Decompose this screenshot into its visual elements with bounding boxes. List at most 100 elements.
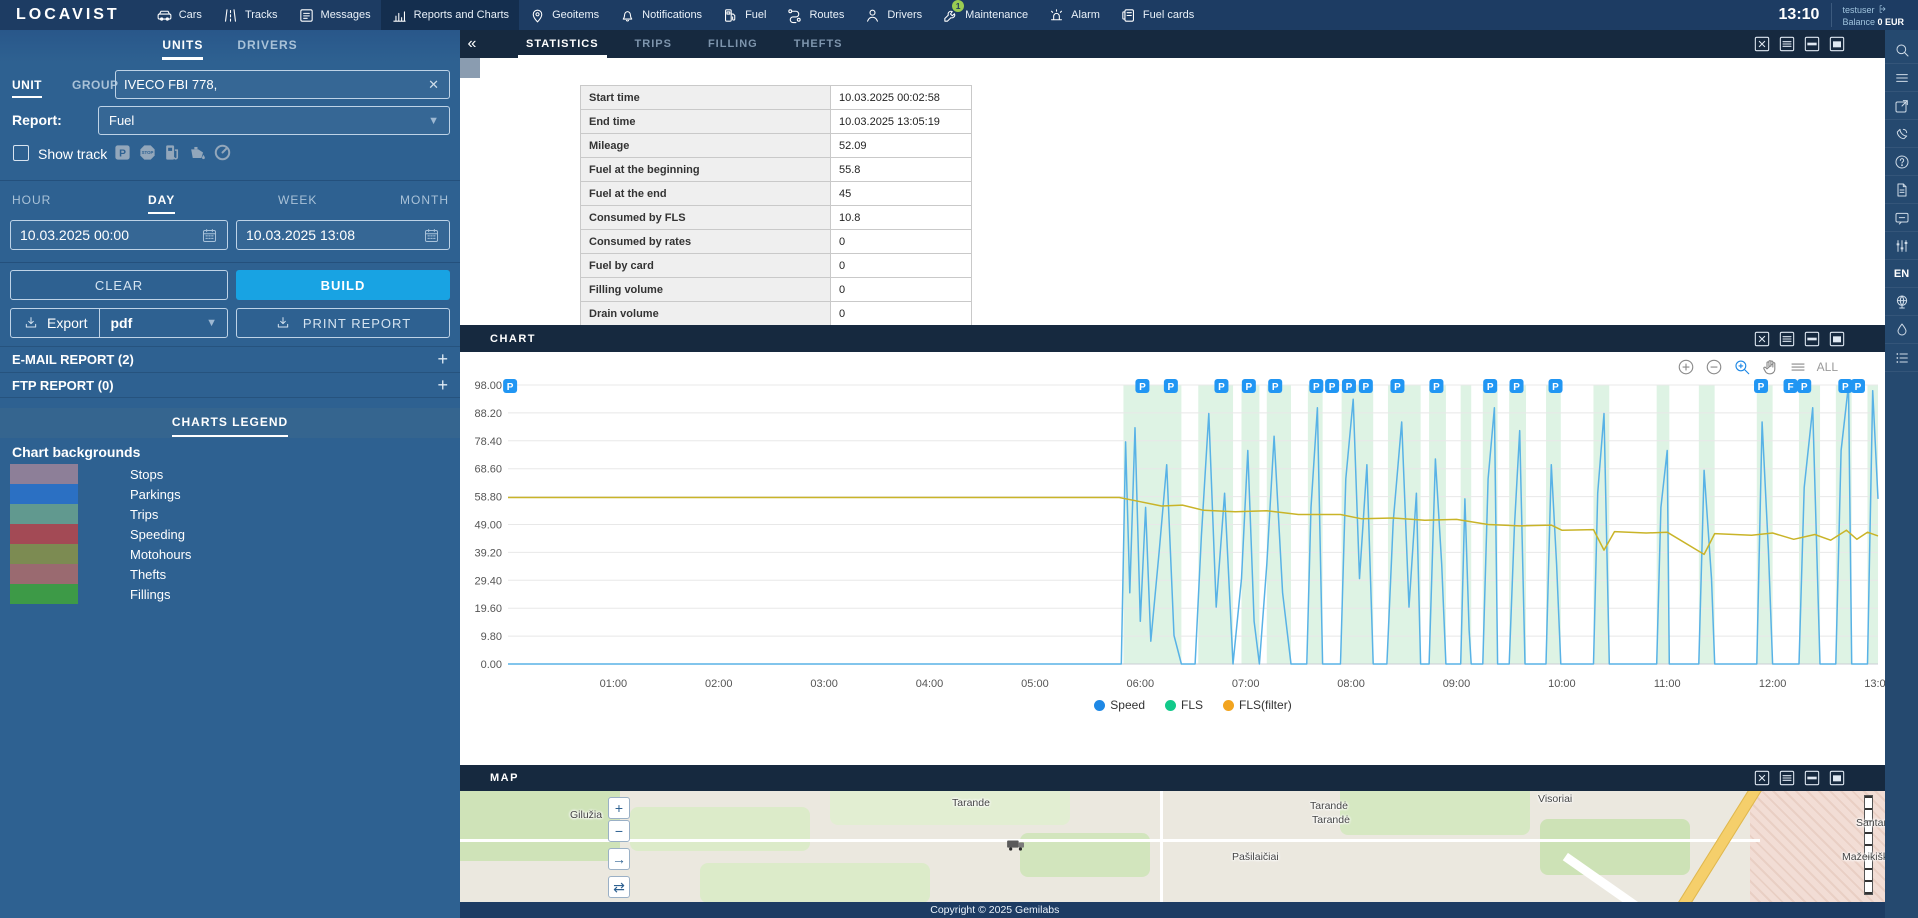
ftp-report-row[interactable]: FTP REPORT (0) + — [0, 372, 460, 398]
statistics-tab[interactable]: TRIPS — [635, 30, 672, 58]
row-label: Fuel at the end — [581, 182, 831, 205]
build-button[interactable]: BUILD — [236, 270, 450, 300]
nav-item[interactable]: Fuel — [712, 0, 776, 30]
nav-item[interactable]: Tracks — [212, 0, 288, 30]
nav-item-label: Fuel cards — [1143, 9, 1194, 21]
fuel-station-icon[interactable] — [163, 143, 182, 162]
zoom-in-circle-icon[interactable] — [1677, 358, 1695, 376]
period-tab-week[interactable]: WEEK — [278, 193, 317, 207]
add-ftp-report-icon[interactable]: + — [437, 375, 448, 396]
map-zoom-control[interactable]: + — [608, 797, 630, 819]
map-zoom-control[interactable]: − — [608, 820, 630, 842]
export-button[interactable]: Export — [11, 309, 100, 337]
period-tab-day[interactable]: DAY — [148, 193, 175, 214]
maximize-icon[interactable] — [1829, 36, 1845, 52]
collapse-panel-icon[interactable]: « — [460, 30, 484, 58]
zoom-out-circle-icon[interactable] — [1705, 358, 1723, 376]
rows-icon[interactable] — [1779, 331, 1795, 347]
legend-label: Thefts — [130, 567, 166, 582]
calendar-icon[interactable] — [423, 227, 440, 244]
email-report-row[interactable]: E-MAIL REPORT (2) + — [0, 346, 460, 372]
tool-button[interactable] — [1885, 288, 1918, 316]
close-icon[interactable] — [1754, 770, 1770, 786]
nav-item[interactable]: Messages — [288, 0, 381, 30]
tool-button[interactable] — [1885, 204, 1918, 232]
chart-legend-item[interactable]: FLS(filter) — [1223, 698, 1292, 712]
statistics-tab[interactable]: STATISTICS — [526, 30, 599, 58]
username: testuser — [1842, 5, 1874, 15]
tab-units[interactable]: UNITS — [162, 38, 203, 60]
date-to-input[interactable]: 10.03.2025 13:08 — [236, 220, 450, 250]
period-tab-hour[interactable]: HOUR — [12, 193, 51, 207]
split-icon[interactable] — [1804, 36, 1820, 52]
tool-button[interactable] — [1885, 176, 1918, 204]
period-tab-month[interactable]: MONTH — [400, 193, 449, 207]
unit-toggle[interactable]: UNIT — [12, 78, 42, 98]
unit-input[interactable]: IVECO FBI 778, ✕ — [115, 70, 450, 99]
split-icon[interactable] — [1804, 331, 1820, 347]
map-zoom-control[interactable]: ⇄ — [608, 876, 630, 898]
legend-swatch — [10, 524, 78, 544]
stop-icon[interactable]: STOP — [138, 143, 157, 162]
tool-button[interactable] — [1885, 316, 1918, 344]
tool-button[interactable] — [1885, 148, 1918, 176]
drain-icon[interactable] — [188, 143, 207, 162]
nav-item[interactable]: Drivers — [854, 0, 932, 30]
user-box[interactable]: testuser Balance 0 EUR — [1832, 2, 1918, 28]
map-panel-title: MAP — [490, 772, 519, 784]
maximize-icon[interactable] — [1829, 331, 1845, 347]
tool-button[interactable] — [1885, 232, 1918, 260]
clear-unit-icon[interactable]: ✕ — [426, 77, 441, 93]
tool-button[interactable] — [1885, 36, 1918, 64]
export-format-select[interactable]: pdf ▼ — [100, 309, 227, 337]
close-icon[interactable] — [1754, 331, 1770, 347]
map[interactable]: Gilužia Tarande Tarandė Tarandė Pašilaič… — [460, 791, 1885, 902]
maximize-icon[interactable] — [1829, 770, 1845, 786]
nav-item[interactable]: Cars — [146, 0, 212, 30]
charts-legend-tab[interactable]: CHARTS LEGEND — [172, 415, 288, 437]
clear-button[interactable]: CLEAR — [10, 270, 228, 300]
vehicle-marker[interactable] — [1005, 837, 1027, 853]
tool-button[interactable] — [1885, 344, 1918, 372]
tool-button[interactable]: EN — [1885, 260, 1918, 288]
statistics-tab[interactable]: FILLING — [708, 30, 758, 58]
show-track-checkbox[interactable] — [13, 145, 29, 161]
map-zoom-control[interactable]: → — [608, 848, 630, 870]
group-toggle[interactable]: GROUP — [72, 78, 119, 92]
nav-item[interactable]: Fuel cards — [1110, 0, 1204, 30]
tool-button[interactable] — [1885, 92, 1918, 120]
nav-item[interactable]: Notifications — [609, 0, 712, 30]
list-icon — [1894, 350, 1910, 366]
calendar-icon[interactable] — [201, 227, 218, 244]
tool-button[interactable] — [1885, 120, 1918, 148]
chart-legend-item[interactable]: FLS — [1165, 698, 1203, 712]
chart-legend-item[interactable]: Speed — [1094, 698, 1145, 712]
row-label: Consumed by rates — [581, 230, 831, 253]
rows-icon[interactable] — [1779, 36, 1795, 52]
magnifier-plus-icon[interactable] — [1733, 358, 1751, 376]
nav-item[interactable]: 1 Maintenance — [932, 0, 1038, 30]
report-type-select[interactable]: Fuel ▼ — [98, 106, 450, 135]
row-value: 0 — [831, 278, 971, 301]
chart-range-all-button[interactable]: ALL — [1817, 360, 1838, 374]
lines-icon[interactable] — [1789, 358, 1807, 376]
legend-dot — [1223, 700, 1234, 711]
split-icon[interactable] — [1804, 770, 1820, 786]
date-from-input[interactable]: 10.03.2025 00:00 — [10, 220, 228, 250]
add-email-report-icon[interactable]: + — [437, 349, 448, 370]
hand-icon[interactable] — [1761, 358, 1779, 376]
tab-drivers[interactable]: DRIVERS — [237, 38, 297, 57]
tool-button[interactable] — [1885, 64, 1918, 92]
rows-icon[interactable] — [1779, 770, 1795, 786]
print-report-button[interactable]: PRINT REPORT — [236, 308, 450, 338]
nav-item[interactable]: Geoitems — [519, 0, 609, 30]
statistics-tab[interactable]: THEFTS — [794, 30, 843, 58]
nav-item[interactable]: Alarm — [1038, 0, 1110, 30]
panel-resize-handle[interactable] — [460, 58, 480, 78]
logout-icon[interactable] — [1878, 4, 1888, 14]
nav-item[interactable]: Reports and Charts — [381, 0, 519, 30]
speedometer-icon[interactable] — [213, 143, 232, 162]
parking-icon[interactable]: P — [113, 143, 132, 162]
close-icon[interactable] — [1754, 36, 1770, 52]
nav-item[interactable]: Routes — [776, 0, 854, 30]
